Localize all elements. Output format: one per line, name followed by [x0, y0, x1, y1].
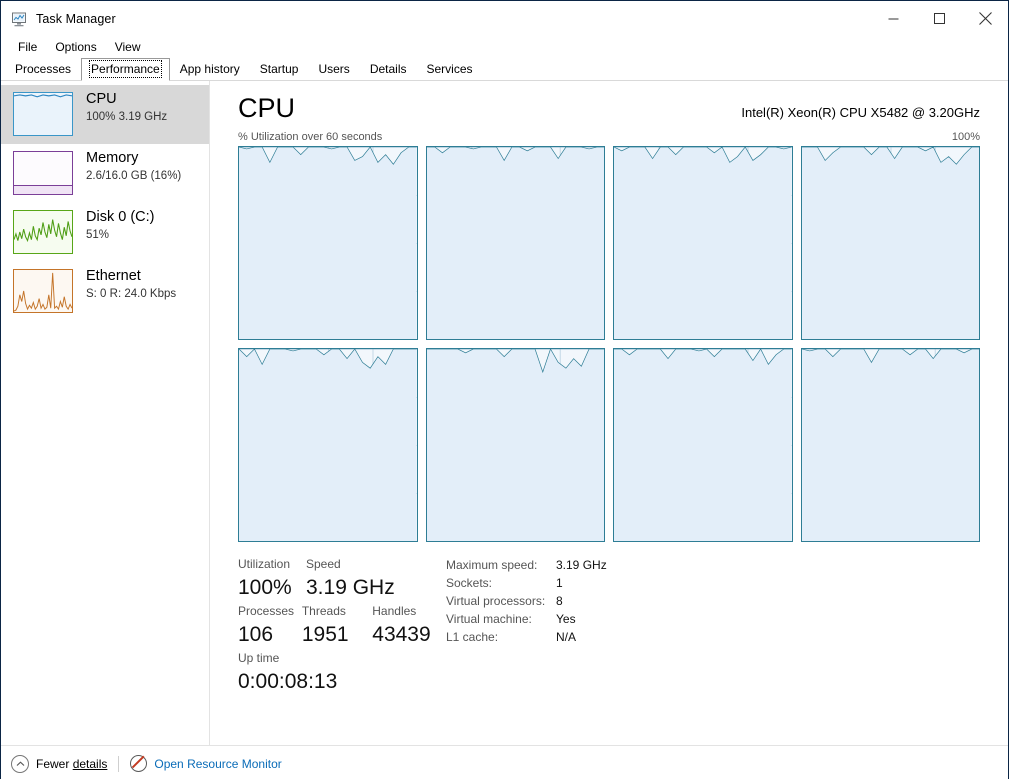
sidebar-item-label: Disk 0 (C:) — [86, 209, 155, 225]
status-bar: Fewer details Open Resource Monitor — [1, 745, 1008, 781]
cpu-core-graph — [425, 146, 605, 340]
open-resource-monitor-label: Open Resource Monitor — [154, 756, 282, 771]
stat-speed: Speed 3.19 GHz — [306, 557, 395, 599]
cpu-core-graph — [613, 146, 793, 340]
sidebar-item-sublabel: 100% 3.19 GHz — [86, 111, 168, 123]
tab-startup[interactable]: Startup — [250, 58, 309, 80]
tab-processes[interactable]: Processes — [5, 58, 81, 80]
cpu-core-graph — [800, 146, 980, 340]
menu-item-view[interactable]: View — [106, 38, 150, 56]
stat-l1-cache: L1 cache: N/A — [446, 630, 577, 644]
fewer-details-label: Fewer details — [36, 756, 108, 771]
menu-bar: File Options View — [1, 36, 1008, 57]
cpu-core-graph — [238, 146, 418, 340]
tab-services[interactable]: Services — [417, 58, 483, 80]
sidebar-ethernet-text: Ethernet S: 0 R: 24.0 Kbps — [86, 268, 176, 302]
task-manager-icon — [10, 10, 28, 28]
resource-sidebar: CPU 100% 3.19 GHz Memory 2.6/16.0 GB (16… — [1, 81, 210, 745]
cpu-stats-primary: Utilization 100% Speed 3.19 GHz Processe… — [238, 556, 438, 697]
chevron-up-icon — [11, 754, 29, 773]
cpu-core-graph — [238, 348, 418, 542]
sidebar-item-label: Memory — [86, 150, 139, 166]
cpu-detail-panel: CPU Intel(R) Xeon(R) CPU X5482 @ 3.20GHz… — [210, 81, 1008, 745]
window-controls — [870, 1, 1008, 36]
open-resource-monitor-link[interactable]: Open Resource Monitor — [130, 755, 282, 772]
tab-details[interactable]: Details — [360, 58, 417, 80]
stat-virtual-machine: Virtual machine: Yes — [446, 612, 576, 626]
maximize-icon[interactable] — [916, 1, 962, 36]
panel-header: CPU Intel(R) Xeon(R) CPU X5482 @ 3.20GHz — [210, 81, 1008, 123]
title-bar: Task Manager — [1, 1, 1008, 36]
content-area: CPU 100% 3.19 GHz Memory 2.6/16.0 GB (16… — [1, 81, 1008, 745]
cpu-core-graph — [800, 348, 980, 542]
minimize-icon[interactable] — [870, 1, 916, 36]
cpu-model-label: Intel(R) Xeon(R) CPU X5482 @ 3.20GHz — [741, 105, 980, 120]
chart-xaxis-label: % Utilization over 60 seconds — [238, 131, 383, 143]
cpu-mini-graph-icon — [13, 92, 73, 136]
sidebar-item-ethernet[interactable]: Ethernet S: 0 R: 24.0 Kbps — [1, 262, 209, 321]
sidebar-item-sublabel: 2.6/16.0 GB (16%) — [86, 170, 182, 182]
ethernet-mini-graph-icon — [13, 269, 73, 313]
stat-virtual-processors: Virtual processors: 8 — [446, 594, 563, 608]
sidebar-item-sublabel: S: 0 R: 24.0 Kbps — [86, 288, 177, 300]
close-icon[interactable] — [962, 1, 1008, 36]
cpu-core-graph — [613, 348, 793, 542]
fewer-details-button[interactable]: Fewer details — [11, 754, 108, 773]
sidebar-item-memory[interactable]: Memory 2.6/16.0 GB (16%) — [1, 144, 209, 203]
cpu-stats-secondary: Maximum speed: 3.19 GHz Sockets: 1 Virtu… — [446, 556, 607, 697]
tab-users[interactable]: Users — [308, 58, 359, 80]
stat-maximum-speed: Maximum speed: 3.19 GHz — [446, 558, 607, 572]
tab-strip: Processes Performance App history Startu… — [1, 57, 1008, 81]
cpu-core-graph-grid — [238, 146, 980, 542]
tab-performance[interactable]: Performance — [81, 58, 170, 81]
stat-threads: Threads 1951 — [301, 604, 349, 646]
stat-sockets: Sockets: 1 — [446, 576, 563, 590]
resource-monitor-icon — [130, 755, 148, 772]
memory-mini-graph-icon — [13, 151, 73, 195]
sidebar-item-sublabel: 51% — [86, 229, 110, 241]
sidebar-memory-text: Memory 2.6/16.0 GB (16%) — [86, 150, 181, 184]
sidebar-item-label: Ethernet — [86, 268, 141, 284]
task-manager-window: Task Manager File Options View Processes… — [0, 0, 1009, 781]
sidebar-item-label: CPU — [86, 91, 117, 107]
cpu-stats: Utilization 100% Speed 3.19 GHz Processe… — [210, 542, 1008, 697]
footer-divider — [118, 755, 120, 772]
stat-uptime: Up time 0:00:08:13 — [238, 651, 338, 693]
sidebar-item-cpu[interactable]: CPU 100% 3.19 GHz — [1, 85, 209, 144]
chart-axis-labels: % Utilization over 60 seconds 100% — [210, 123, 1008, 146]
sidebar-item-disk[interactable]: Disk 0 (C:) 51% — [1, 203, 209, 262]
sidebar-cpu-text: CPU 100% 3.19 GHz — [86, 91, 167, 125]
stat-handles: Handles 43439 — [372, 604, 431, 646]
chart-yaxis-max-label: 100% — [951, 131, 980, 143]
page-title: CPU — [238, 93, 296, 123]
cpu-core-graph — [425, 348, 605, 542]
stat-processes: Processes 106 — [238, 604, 295, 646]
menu-item-file[interactable]: File — [9, 38, 46, 56]
stat-utilization: Utilization 100% — [238, 557, 292, 599]
menu-item-options[interactable]: Options — [46, 38, 105, 56]
window-title: Task Manager — [36, 11, 116, 26]
sidebar-disk-text: Disk 0 (C:) 51% — [86, 209, 154, 243]
tab-app-history[interactable]: App history — [170, 58, 250, 80]
disk-mini-graph-icon — [13, 210, 73, 254]
